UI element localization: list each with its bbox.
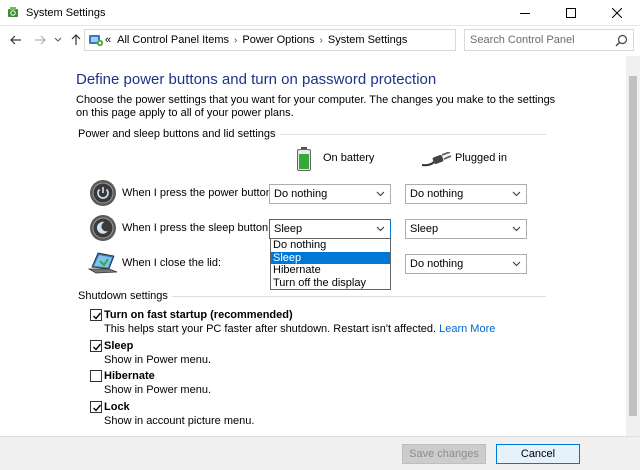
main-content: Define power buttons and turn on passwor… <box>0 56 626 436</box>
laptop-lid-icon <box>88 252 118 274</box>
sleep-button-icon <box>90 215 116 241</box>
search-input[interactable] <box>470 31 618 49</box>
chevron-down-icon <box>54 37 62 42</box>
search-icon[interactable] <box>615 34 628 47</box>
close-icon <box>612 8 622 18</box>
lock-description: Show in account picture menu. <box>104 415 255 427</box>
select-value: Sleep <box>274 223 303 235</box>
arrow-left-icon <box>10 35 21 45</box>
battery-icon <box>297 147 311 171</box>
select-value: Do nothing <box>410 258 464 270</box>
power-button-icon <box>90 180 116 206</box>
sleep-button-options-list[interactable]: Do nothing Sleep Hibernate Turn off the … <box>270 238 391 290</box>
breadcrumb-separator-icon[interactable]: › <box>320 35 323 46</box>
close-button[interactable] <box>594 0 640 26</box>
sleep-button-battery-select[interactable]: Sleep <box>269 219 391 239</box>
maximize-icon <box>566 8 576 18</box>
up-button[interactable] <box>68 32 84 48</box>
chevron-down-icon <box>376 191 385 197</box>
scrollbar-thumb[interactable] <box>629 76 637 416</box>
breadcrumb-overflow[interactable]: « <box>105 34 111 46</box>
sleep-description: Show in Power menu. <box>104 354 211 366</box>
sleep-button-label: When I press the sleep button: <box>122 222 272 234</box>
breadcrumb: « All Control Panel Items › Power Option… <box>105 34 407 46</box>
chevron-down-icon <box>512 226 521 232</box>
learn-more-link[interactable]: Learn More <box>439 323 495 335</box>
power-button-plugged-select[interactable]: Do nothing <box>405 184 527 204</box>
sleep-button-plugged-select[interactable]: Sleep <box>405 219 527 239</box>
fast-startup-label[interactable]: Turn on fast startup (recommended) <box>104 309 293 321</box>
power-options-icon <box>8 7 18 17</box>
chevron-down-icon <box>512 261 521 267</box>
power-button-label: When I press the power button: <box>122 187 275 199</box>
minimize-button[interactable] <box>502 0 548 26</box>
address-box[interactable]: « All Control Panel Items › Power Option… <box>84 29 536 51</box>
plugged-in-header: Plugged in <box>455 152 507 164</box>
checkmark-icon <box>93 343 102 351</box>
lid-close-label: When I close the lid: <box>122 257 222 269</box>
lock-label[interactable]: Lock <box>104 401 130 413</box>
shutdown-section-title: Shutdown settings <box>78 290 172 302</box>
search-box[interactable] <box>464 29 634 51</box>
breadcrumb-all-control-panel-items[interactable]: All Control Panel Items <box>117 34 229 46</box>
on-battery-header: On battery <box>323 152 375 164</box>
minimize-icon <box>520 13 530 14</box>
checkmark-icon <box>93 404 102 412</box>
lock-checkbox[interactable] <box>90 401 102 413</box>
select-value: Do nothing <box>410 188 464 200</box>
forward-button[interactable] <box>32 32 48 48</box>
footer-bar: Save changes Cancel <box>0 436 640 470</box>
option-hibernate[interactable]: Hibernate <box>271 264 390 277</box>
breadcrumb-separator-icon[interactable]: › <box>234 35 237 46</box>
fast-startup-text: This helps start your PC faster after sh… <box>104 323 437 335</box>
vertical-scrollbar[interactable] <box>626 56 640 436</box>
back-button[interactable] <box>8 32 24 48</box>
arrow-up-icon <box>71 34 81 45</box>
power-section-title: Power and sleep buttons and lid settings <box>78 128 280 140</box>
lid-close-plugged-select[interactable]: Do nothing <box>405 254 527 274</box>
sleep-label[interactable]: Sleep <box>104 340 133 352</box>
chevron-down-icon <box>512 191 521 197</box>
page-title: Define power buttons and turn on passwor… <box>76 71 437 88</box>
arrow-right-icon <box>35 35 46 45</box>
page-description: Choose the power settings that you want … <box>76 94 556 119</box>
select-value: Do nothing <box>274 188 328 200</box>
maximize-button[interactable] <box>548 0 594 26</box>
title-bar: System Settings <box>0 0 640 26</box>
hibernate-label[interactable]: Hibernate <box>104 370 155 382</box>
option-do-nothing[interactable]: Do nothing <box>271 239 390 252</box>
fast-startup-checkbox[interactable] <box>90 309 102 321</box>
breadcrumb-system-settings[interactable]: System Settings <box>328 34 407 46</box>
option-sleep[interactable]: Sleep <box>271 251 390 264</box>
fast-startup-description: This helps start your PC faster after sh… <box>104 323 495 335</box>
save-changes-button[interactable]: Save changes <box>402 444 486 464</box>
hibernate-description: Show in Power menu. <box>104 384 211 396</box>
power-button-battery-select[interactable]: Do nothing <box>269 184 391 204</box>
chevron-down-icon <box>376 226 385 232</box>
power-plug-icon <box>422 152 452 167</box>
control-panel-icon <box>89 35 104 47</box>
option-turn-off-display[interactable]: Turn off the display <box>271 277 390 290</box>
checkmark-icon <box>93 312 102 320</box>
sleep-checkbox[interactable] <box>90 340 102 352</box>
breadcrumb-power-options[interactable]: Power Options <box>242 34 314 46</box>
cancel-button[interactable]: Cancel <box>496 444 580 464</box>
recent-locations-button[interactable] <box>50 32 66 48</box>
select-value: Sleep <box>410 223 439 235</box>
hibernate-checkbox[interactable] <box>90 370 102 382</box>
window-title: System Settings <box>26 7 106 19</box>
